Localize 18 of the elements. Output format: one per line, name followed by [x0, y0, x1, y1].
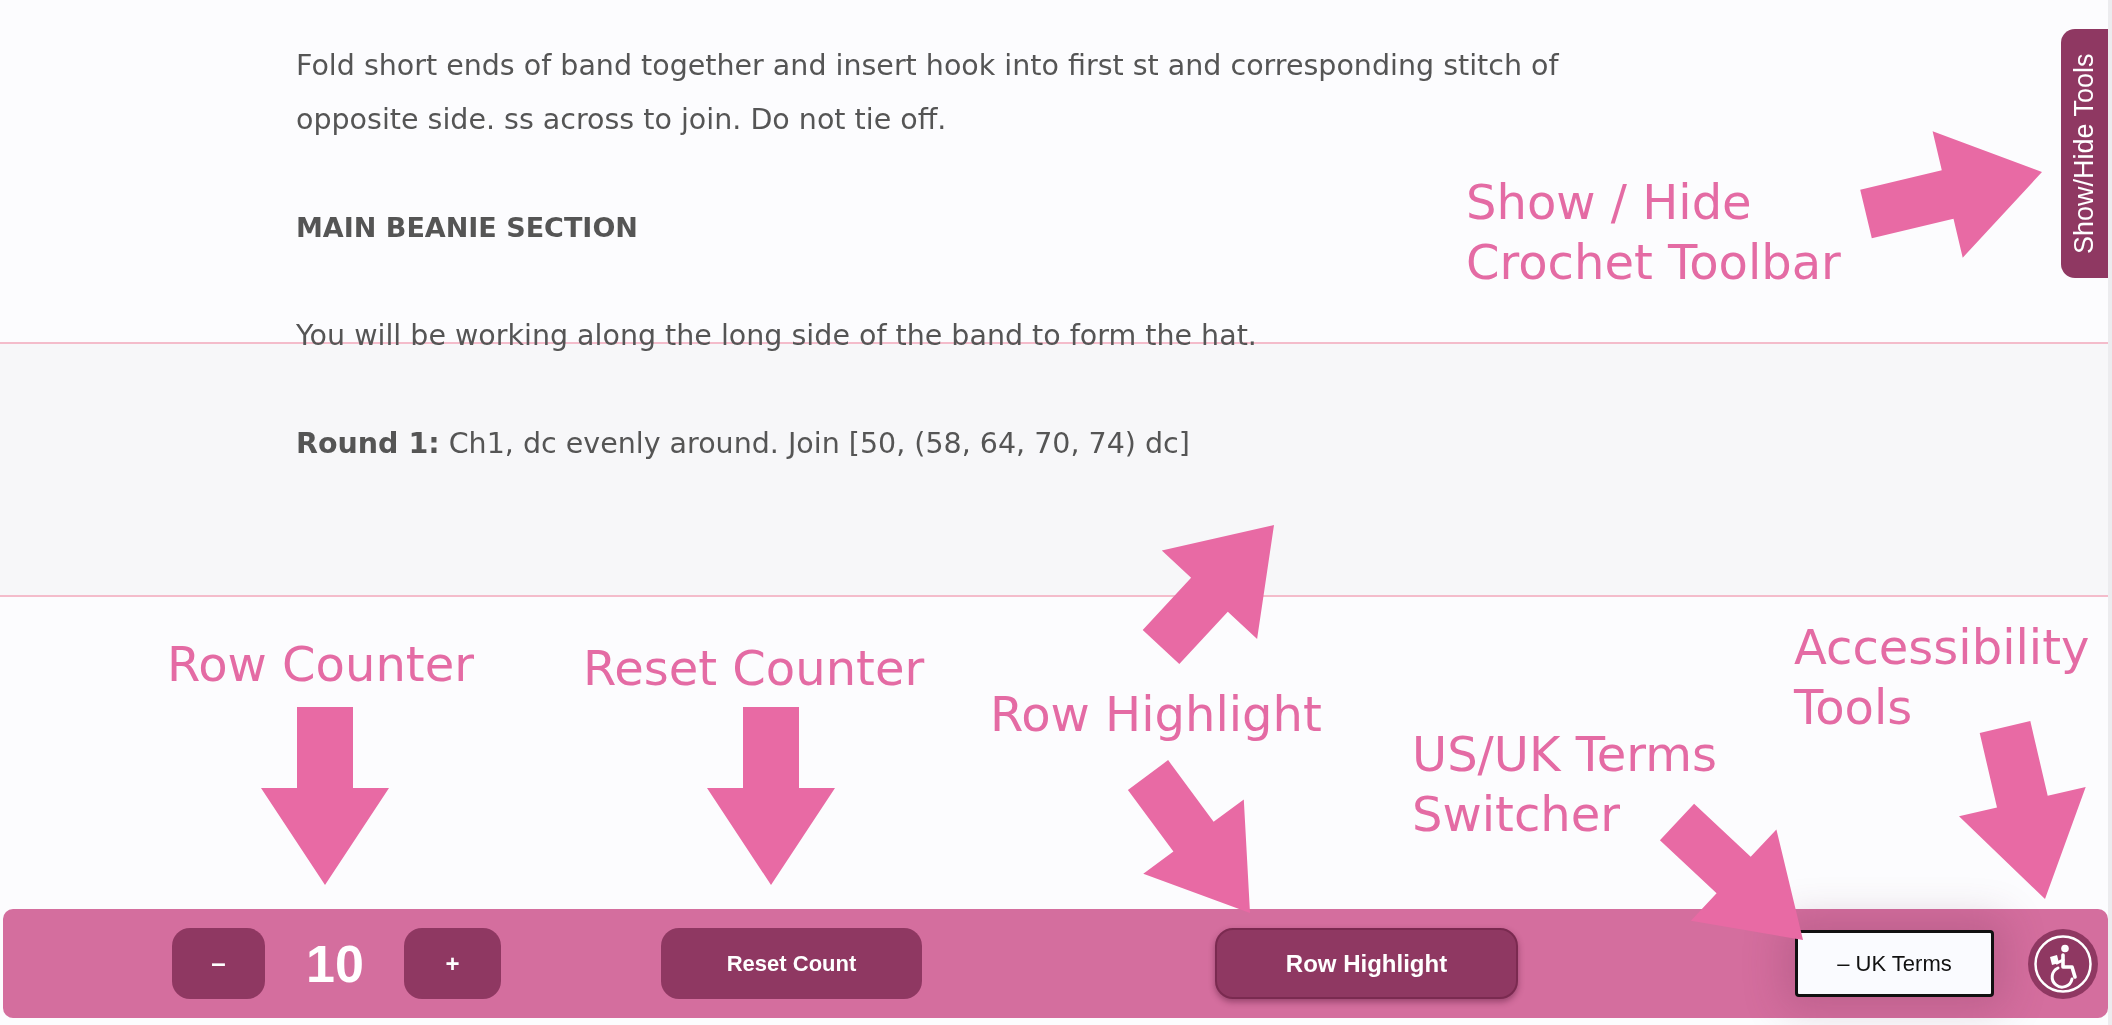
decrement-button[interactable]: –	[172, 928, 265, 999]
terms-switch-button[interactable]: – UK Terms	[1795, 930, 1994, 997]
annotation-label: US/UK Terms Switcher	[1412, 725, 1717, 844]
annotation-label: Show / Hide Crochet Toolbar	[1466, 173, 1841, 292]
instruction-paragraph: Round 1: Ch1, dc evenly around. Join [50, (58, 64, 70, 74) dc]	[296, 426, 1190, 462]
instruction-paragraph: Fold short ends of band together and insert hook into first st and corresponding stitch of opposite side. ss across to join. Do not tie off.	[296, 48, 1560, 138]
show-hide-tools-tab[interactable]: Show/Hide Tools	[2061, 29, 2108, 278]
reset-count-button[interactable]: Reset Count	[661, 928, 922, 999]
annotation-label: Accessibility Tools	[1794, 618, 2090, 737]
section-heading: MAIN BEANIE SECTION	[296, 211, 638, 245]
wheelchair-icon	[2033, 933, 2093, 994]
row-count: 10	[306, 933, 363, 994]
increment-button[interactable]: +	[404, 928, 501, 999]
annotation-label: Reset Counter	[583, 639, 925, 698]
instruction-paragraph: You will be working along the long side of the band to form the hat.	[296, 318, 1257, 354]
row-highlight-button[interactable]: Row Highlight	[1215, 928, 1518, 999]
annotation-label: Row Highlight	[990, 685, 1322, 744]
annotation-label: Row Counter	[167, 635, 474, 694]
